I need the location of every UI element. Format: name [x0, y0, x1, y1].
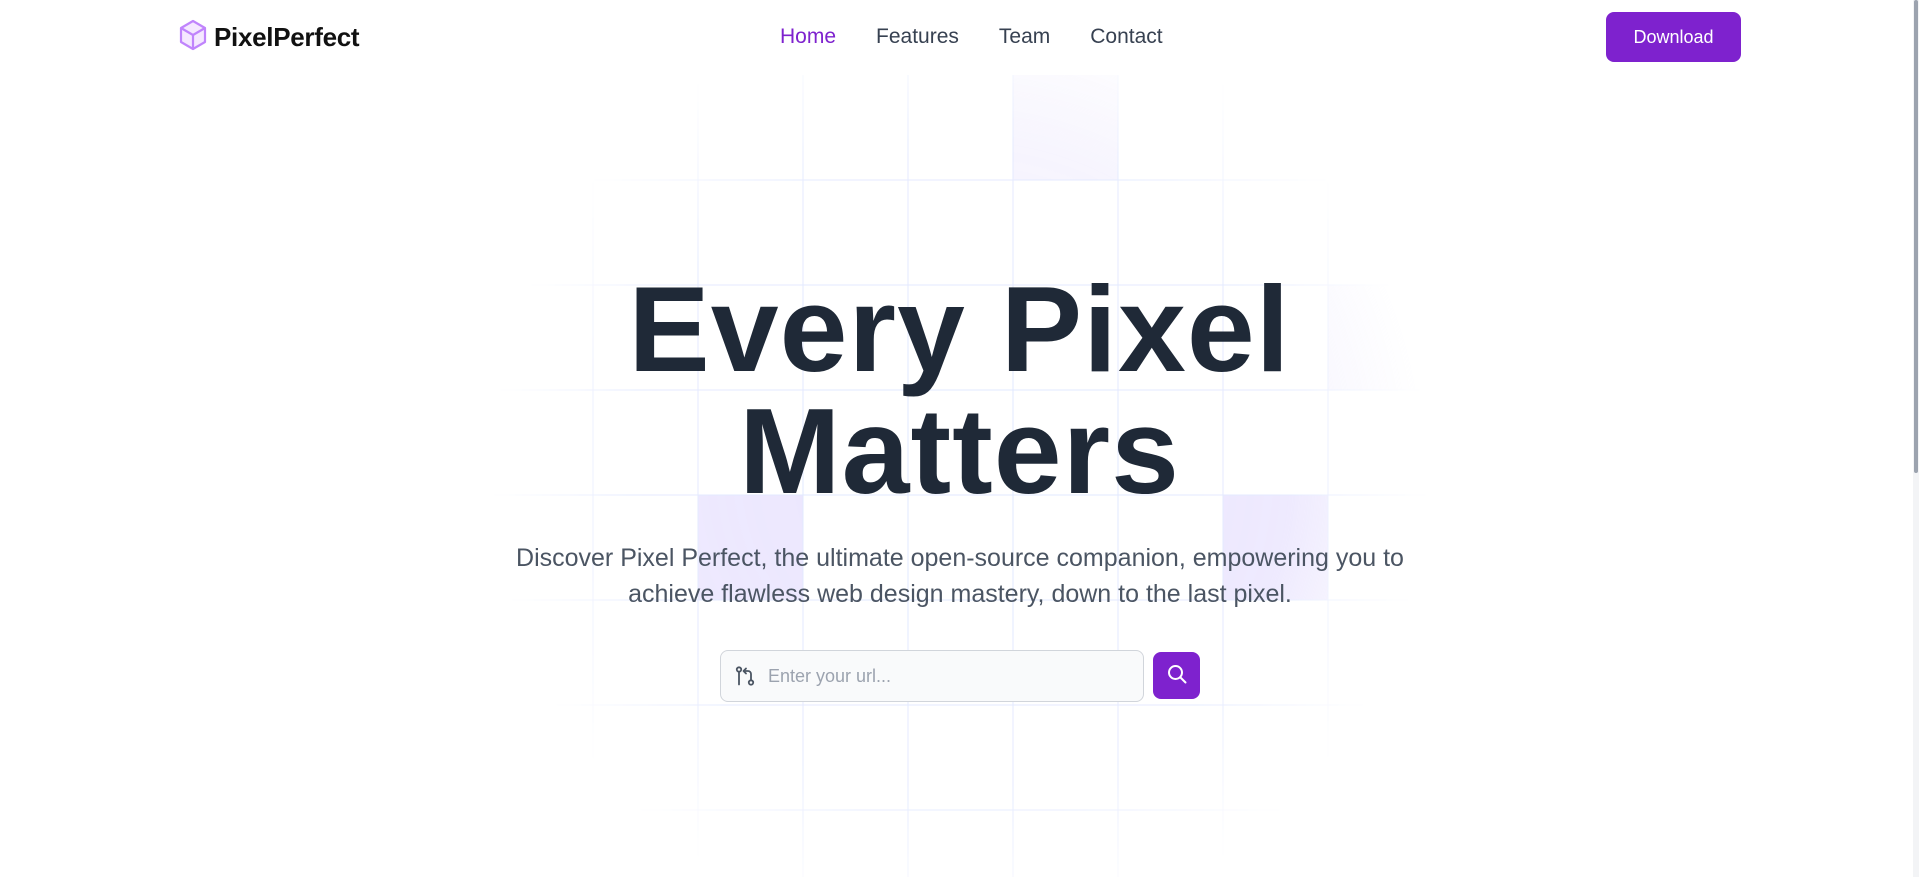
hero-subtitle-line-2: achieve flawless web design mastery, dow… — [628, 580, 1292, 608]
url-search-box — [720, 650, 1144, 702]
hero-title-line-2: Matters — [739, 383, 1180, 519]
nav-item-features[interactable]: Features — [876, 22, 959, 52]
download-button[interactable]: Download — [1606, 12, 1741, 62]
hero-subtitle-line-1: Discover Pixel Perfect, the ultimate ope… — [516, 544, 1404, 572]
hero-subtitle: Discover Pixel Perfect, the ultimate ope… — [460, 540, 1460, 612]
git-compare-icon — [734, 665, 756, 687]
page-scrollbar-thumb[interactable] — [1914, 0, 1918, 473]
nav-item-contact[interactable]: Contact — [1090, 22, 1162, 52]
cube-icon — [178, 19, 208, 56]
hero-title-line-1: Every Pixel — [628, 261, 1291, 397]
search-icon — [1166, 663, 1188, 688]
nav-item-team[interactable]: Team — [999, 22, 1050, 52]
search-button[interactable] — [1153, 652, 1200, 699]
site-header: PixelPerfect Home Features Team Contact … — [0, 0, 1919, 75]
brand-name: PixelPerfect — [214, 21, 360, 52]
main-nav: Home Features Team Contact — [780, 22, 1163, 52]
url-input[interactable] — [768, 665, 1128, 687]
brand-logo[interactable]: PixelPerfect — [178, 19, 360, 56]
hero-title: Every Pixel Matters — [0, 268, 1919, 512]
nav-item-home[interactable]: Home — [780, 22, 836, 52]
